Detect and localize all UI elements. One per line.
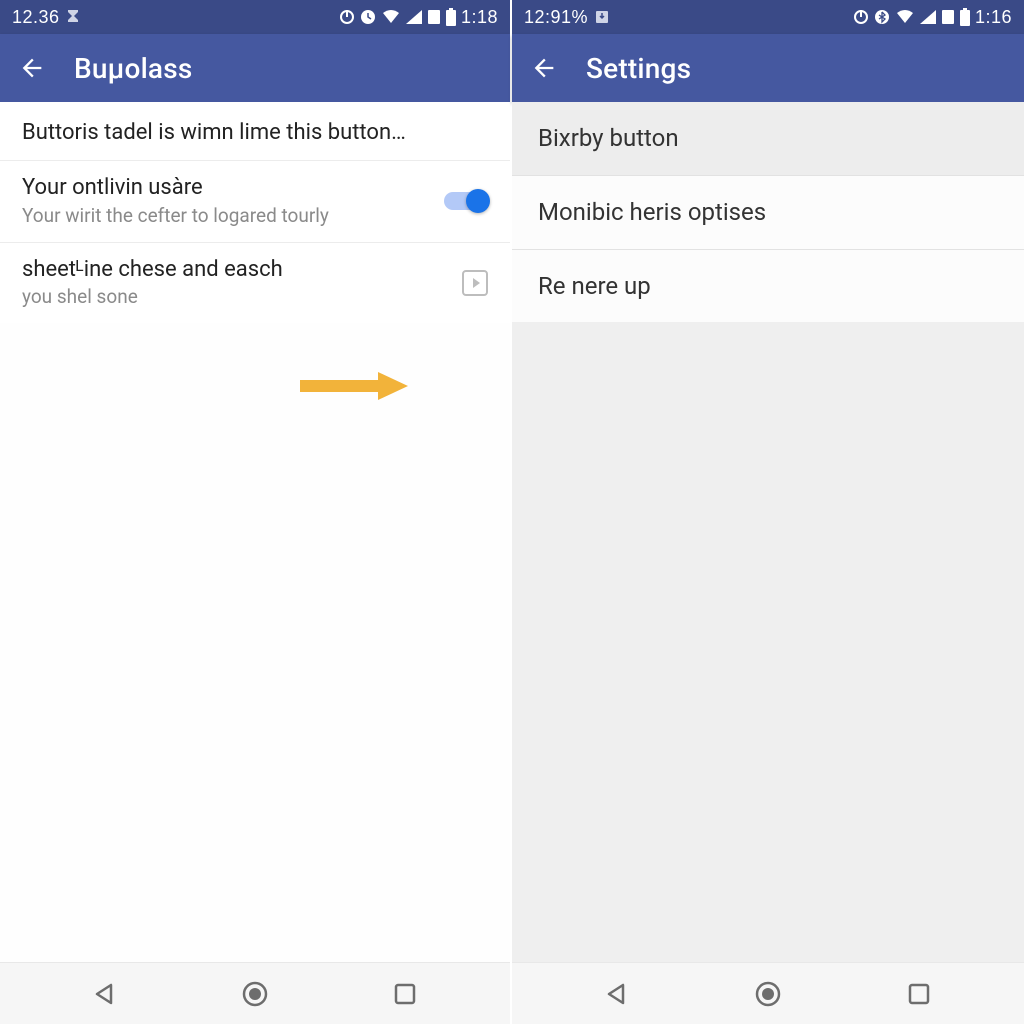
- list-item-toggle[interactable]: Your ontlivin usàre Your wirit the cefte…: [0, 161, 510, 242]
- item-title: Bixrby button: [538, 124, 998, 153]
- status-bar: 12.36 1:18: [0, 0, 510, 34]
- content-left: Buttoris tadel is wimn lime this button……: [0, 102, 510, 962]
- nav-recent[interactable]: [897, 972, 941, 1016]
- status-bar: 12:91% 1:16: [512, 0, 1024, 34]
- status-left: 12:91%: [524, 7, 610, 28]
- clock-icon: [360, 9, 376, 25]
- list-item-play[interactable]: sheetᴸine chese and easch you shel sone: [0, 243, 510, 323]
- square-recent-icon: [393, 982, 417, 1006]
- nav-back[interactable]: [595, 972, 639, 1016]
- app-bar: Settings: [512, 34, 1024, 102]
- nav-back[interactable]: [83, 972, 127, 1016]
- status-clock: 1:16: [975, 7, 1012, 28]
- status-clock: 1:18: [461, 7, 498, 28]
- power-icon: [339, 9, 355, 25]
- item-title: Your ontlivin usàre: [22, 175, 444, 201]
- download-icon: [594, 9, 610, 25]
- nav-bar: [512, 962, 1024, 1024]
- battery-icon: [446, 8, 456, 26]
- triangle-back-icon: [604, 981, 630, 1007]
- arrow-back-icon: [530, 54, 558, 82]
- app-bar: Buμolass: [0, 34, 510, 102]
- bluetooth-icon: [874, 9, 890, 25]
- circle-home-icon: [754, 980, 782, 1008]
- back-button[interactable]: [530, 54, 558, 82]
- status-right: 1:18: [339, 7, 498, 28]
- wifi-icon: [381, 9, 401, 25]
- item-subtitle: Your wirit the cefter to logared tourly: [22, 205, 444, 228]
- signal-icon: [920, 10, 936, 24]
- signal-icon: [406, 10, 422, 24]
- item-title: Buttoris tadel is wimn lime this button…: [22, 120, 488, 146]
- list-item[interactable]: Monibic heris optises: [512, 176, 1024, 250]
- battery-icon: [960, 8, 970, 26]
- status-left: 12.36: [12, 7, 80, 28]
- sim-icon: [427, 9, 441, 25]
- item-subtitle: you shel sone: [22, 286, 462, 309]
- arrow-back-icon: [18, 54, 46, 82]
- status-time: 12.36: [12, 7, 60, 28]
- power-icon: [853, 9, 869, 25]
- nav-recent[interactable]: [383, 972, 427, 1016]
- square-recent-icon: [907, 982, 931, 1006]
- triangle-back-icon: [92, 981, 118, 1007]
- nav-home[interactable]: [746, 972, 790, 1016]
- status-time: 12:91%: [524, 7, 588, 28]
- toggle-knob: [466, 189, 490, 213]
- list-item[interactable]: Buttoris tadel is wimn lime this button…: [0, 102, 510, 161]
- item-title: sheetᴸine chese and easch: [22, 257, 462, 283]
- nav-bar: [0, 962, 510, 1024]
- hourglass-icon: [66, 9, 80, 25]
- toggle-switch[interactable]: [444, 192, 488, 210]
- circle-home-icon: [241, 980, 269, 1008]
- content-right: Bixrby button Monibic heris optises Re n…: [512, 102, 1024, 962]
- list-item[interactable]: Re nere up: [512, 250, 1024, 323]
- back-button[interactable]: [18, 54, 46, 82]
- item-title: Re nere up: [538, 272, 998, 301]
- list-item-bixby[interactable]: Bixrby button: [512, 102, 1024, 176]
- page-title: Settings: [586, 52, 691, 85]
- arrow-annotation: [300, 370, 410, 400]
- nav-home[interactable]: [233, 972, 277, 1016]
- play-icon[interactable]: [462, 270, 488, 296]
- sim-icon: [941, 9, 955, 25]
- wifi-icon: [895, 9, 915, 25]
- phone-left: 12.36 1:18 Buμolass Buttoris tadel is wi…: [0, 0, 512, 1024]
- phone-right: 12:91% 1:16 Settings Bixrby button Monib…: [512, 0, 1024, 1024]
- status-right: 1:16: [853, 7, 1012, 28]
- page-title: Buμolass: [74, 52, 192, 85]
- item-title: Monibic heris optises: [538, 198, 998, 227]
